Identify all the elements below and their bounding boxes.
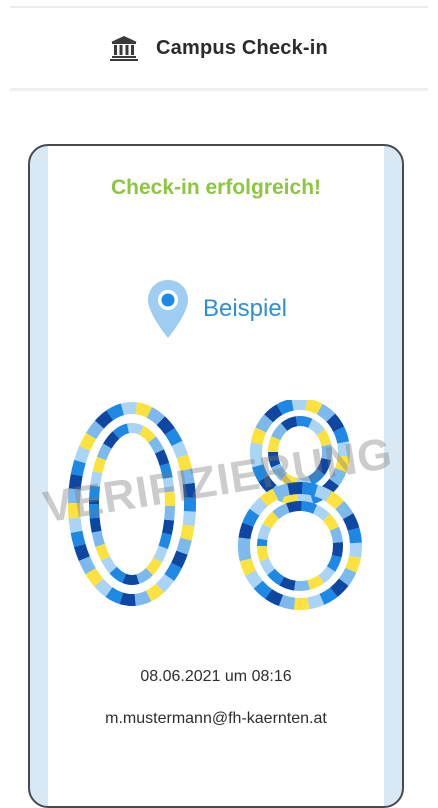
verification-code <box>48 400 384 610</box>
page-title: Campus Check-in <box>156 36 328 59</box>
user-email: m.mustermann@fh-kaernten.at <box>105 710 327 727</box>
check-in-status: Check-in erfolgreich! <box>110 176 322 199</box>
code-digit-8 <box>237 400 363 610</box>
code-digit-0 <box>67 402 197 606</box>
location-name: Beispiel <box>202 295 288 322</box>
university-building-icon <box>110 36 139 61</box>
app-header: Campus Check-in <box>10 8 428 91</box>
check-in-datetime: 08.06.2021 um 08:16 <box>140 668 292 685</box>
check-in-card: Check-in erfolgreich! Beispiel VERIFIZIE… <box>28 144 404 808</box>
location-row: Beispiel <box>48 278 384 340</box>
card-content: Check-in erfolgreich! Beispiel VERIFIZIE… <box>40 146 396 806</box>
verification-code-digits <box>67 400 363 610</box>
location-pin-icon <box>147 280 188 338</box>
